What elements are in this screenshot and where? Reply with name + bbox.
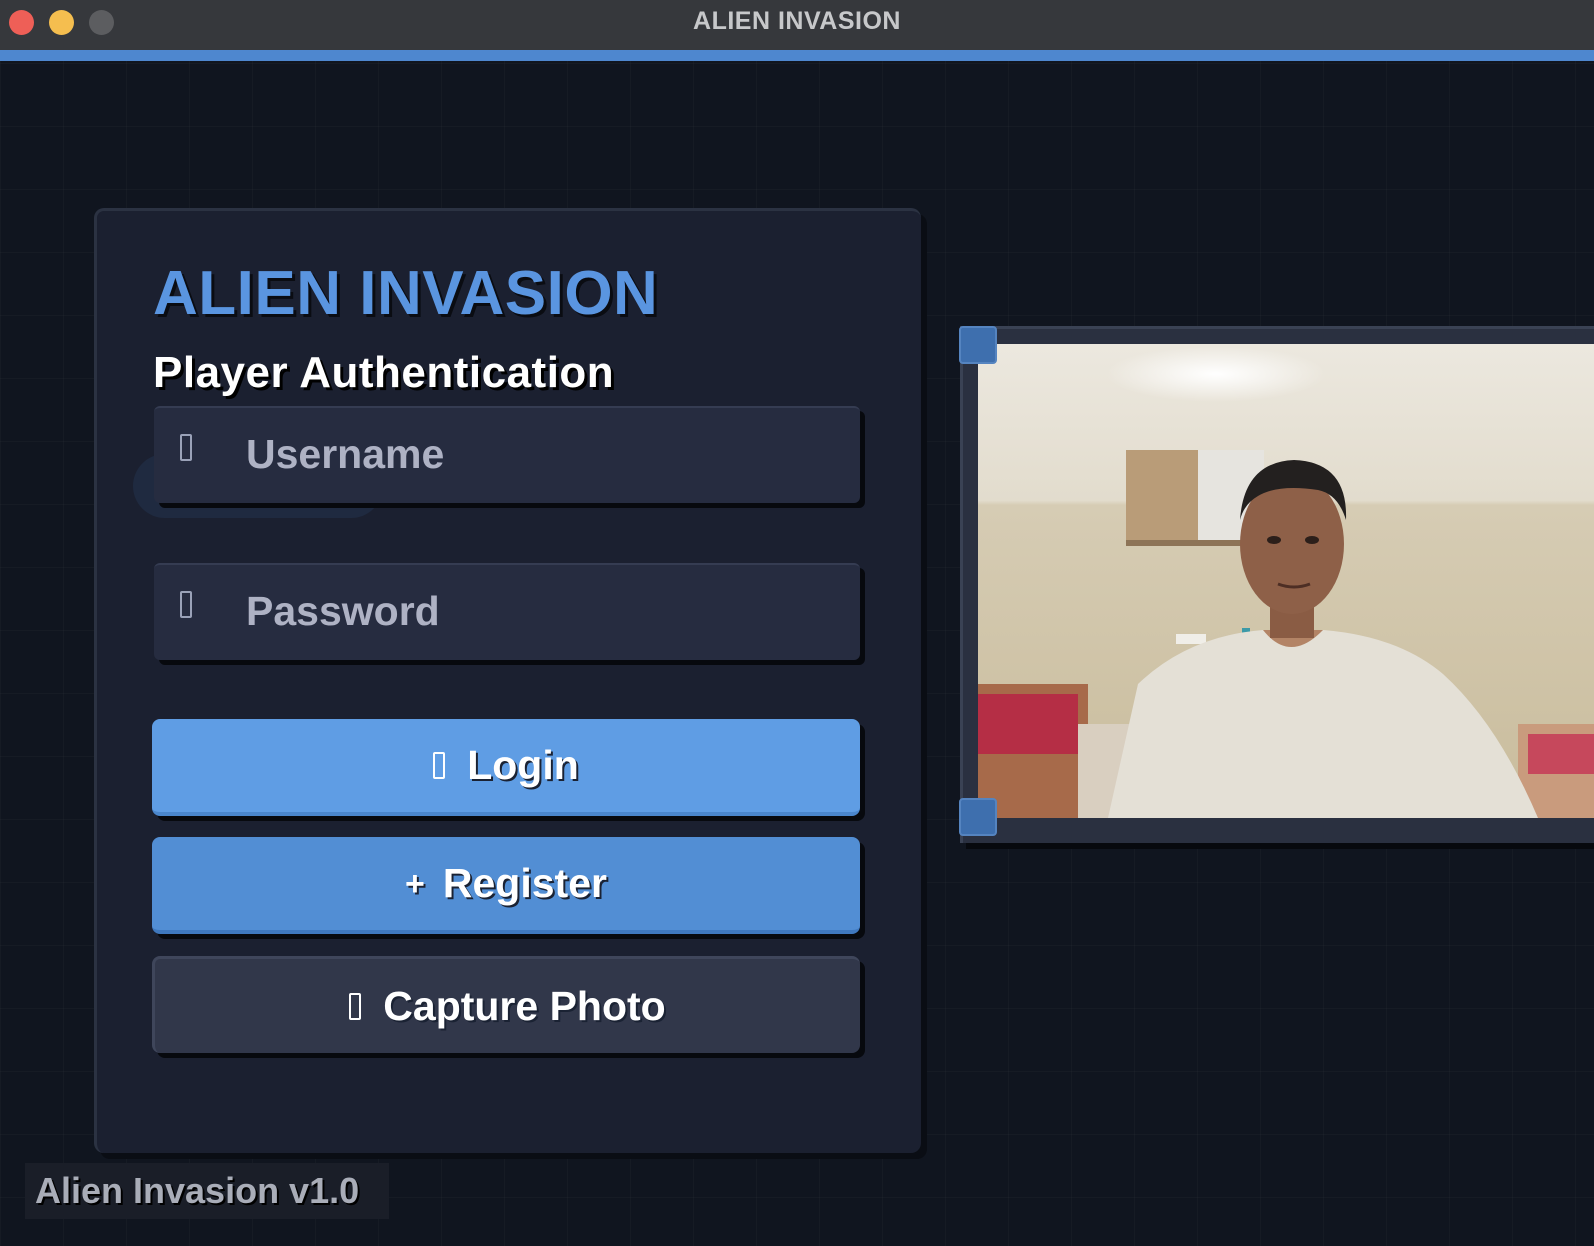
capture-photo-button-label: Capture Photo [383, 982, 666, 1029]
register-button[interactable]: + Register [152, 837, 860, 934]
login-button[interactable]: Login [152, 719, 860, 816]
resize-handle-top-left[interactable] [959, 326, 997, 364]
webcam-image [978, 344, 1594, 818]
user-icon [180, 434, 192, 461]
resize-handle-bottom-left[interactable] [959, 798, 997, 836]
capture-photo-button[interactable]: Capture Photo [152, 956, 860, 1053]
lock-icon [180, 591, 192, 618]
plus-icon: + [405, 864, 425, 903]
version-label: Alien Invasion v1.0 [25, 1163, 389, 1219]
window-title: ALIEN INVASION [693, 7, 901, 35]
username-input[interactable] [246, 418, 826, 490]
auth-subtitle: Player Authentication [153, 348, 615, 397]
login-button-label: Login [467, 742, 579, 788]
login-icon [433, 752, 446, 779]
password-field[interactable] [154, 563, 860, 660]
title-bar: ALIEN INVASION [0, 0, 1594, 51]
camera-icon [349, 992, 362, 1020]
register-button-label: Register [442, 860, 607, 906]
accent-bar [0, 50, 1594, 61]
username-field[interactable] [154, 406, 860, 503]
app-title: ALIEN INVASION [153, 259, 659, 328]
app-window: ALIEN INVASION ALIEN INVASION Player Aut… [0, 0, 1594, 1246]
password-input[interactable] [246, 575, 826, 647]
webcam-preview [978, 344, 1594, 818]
